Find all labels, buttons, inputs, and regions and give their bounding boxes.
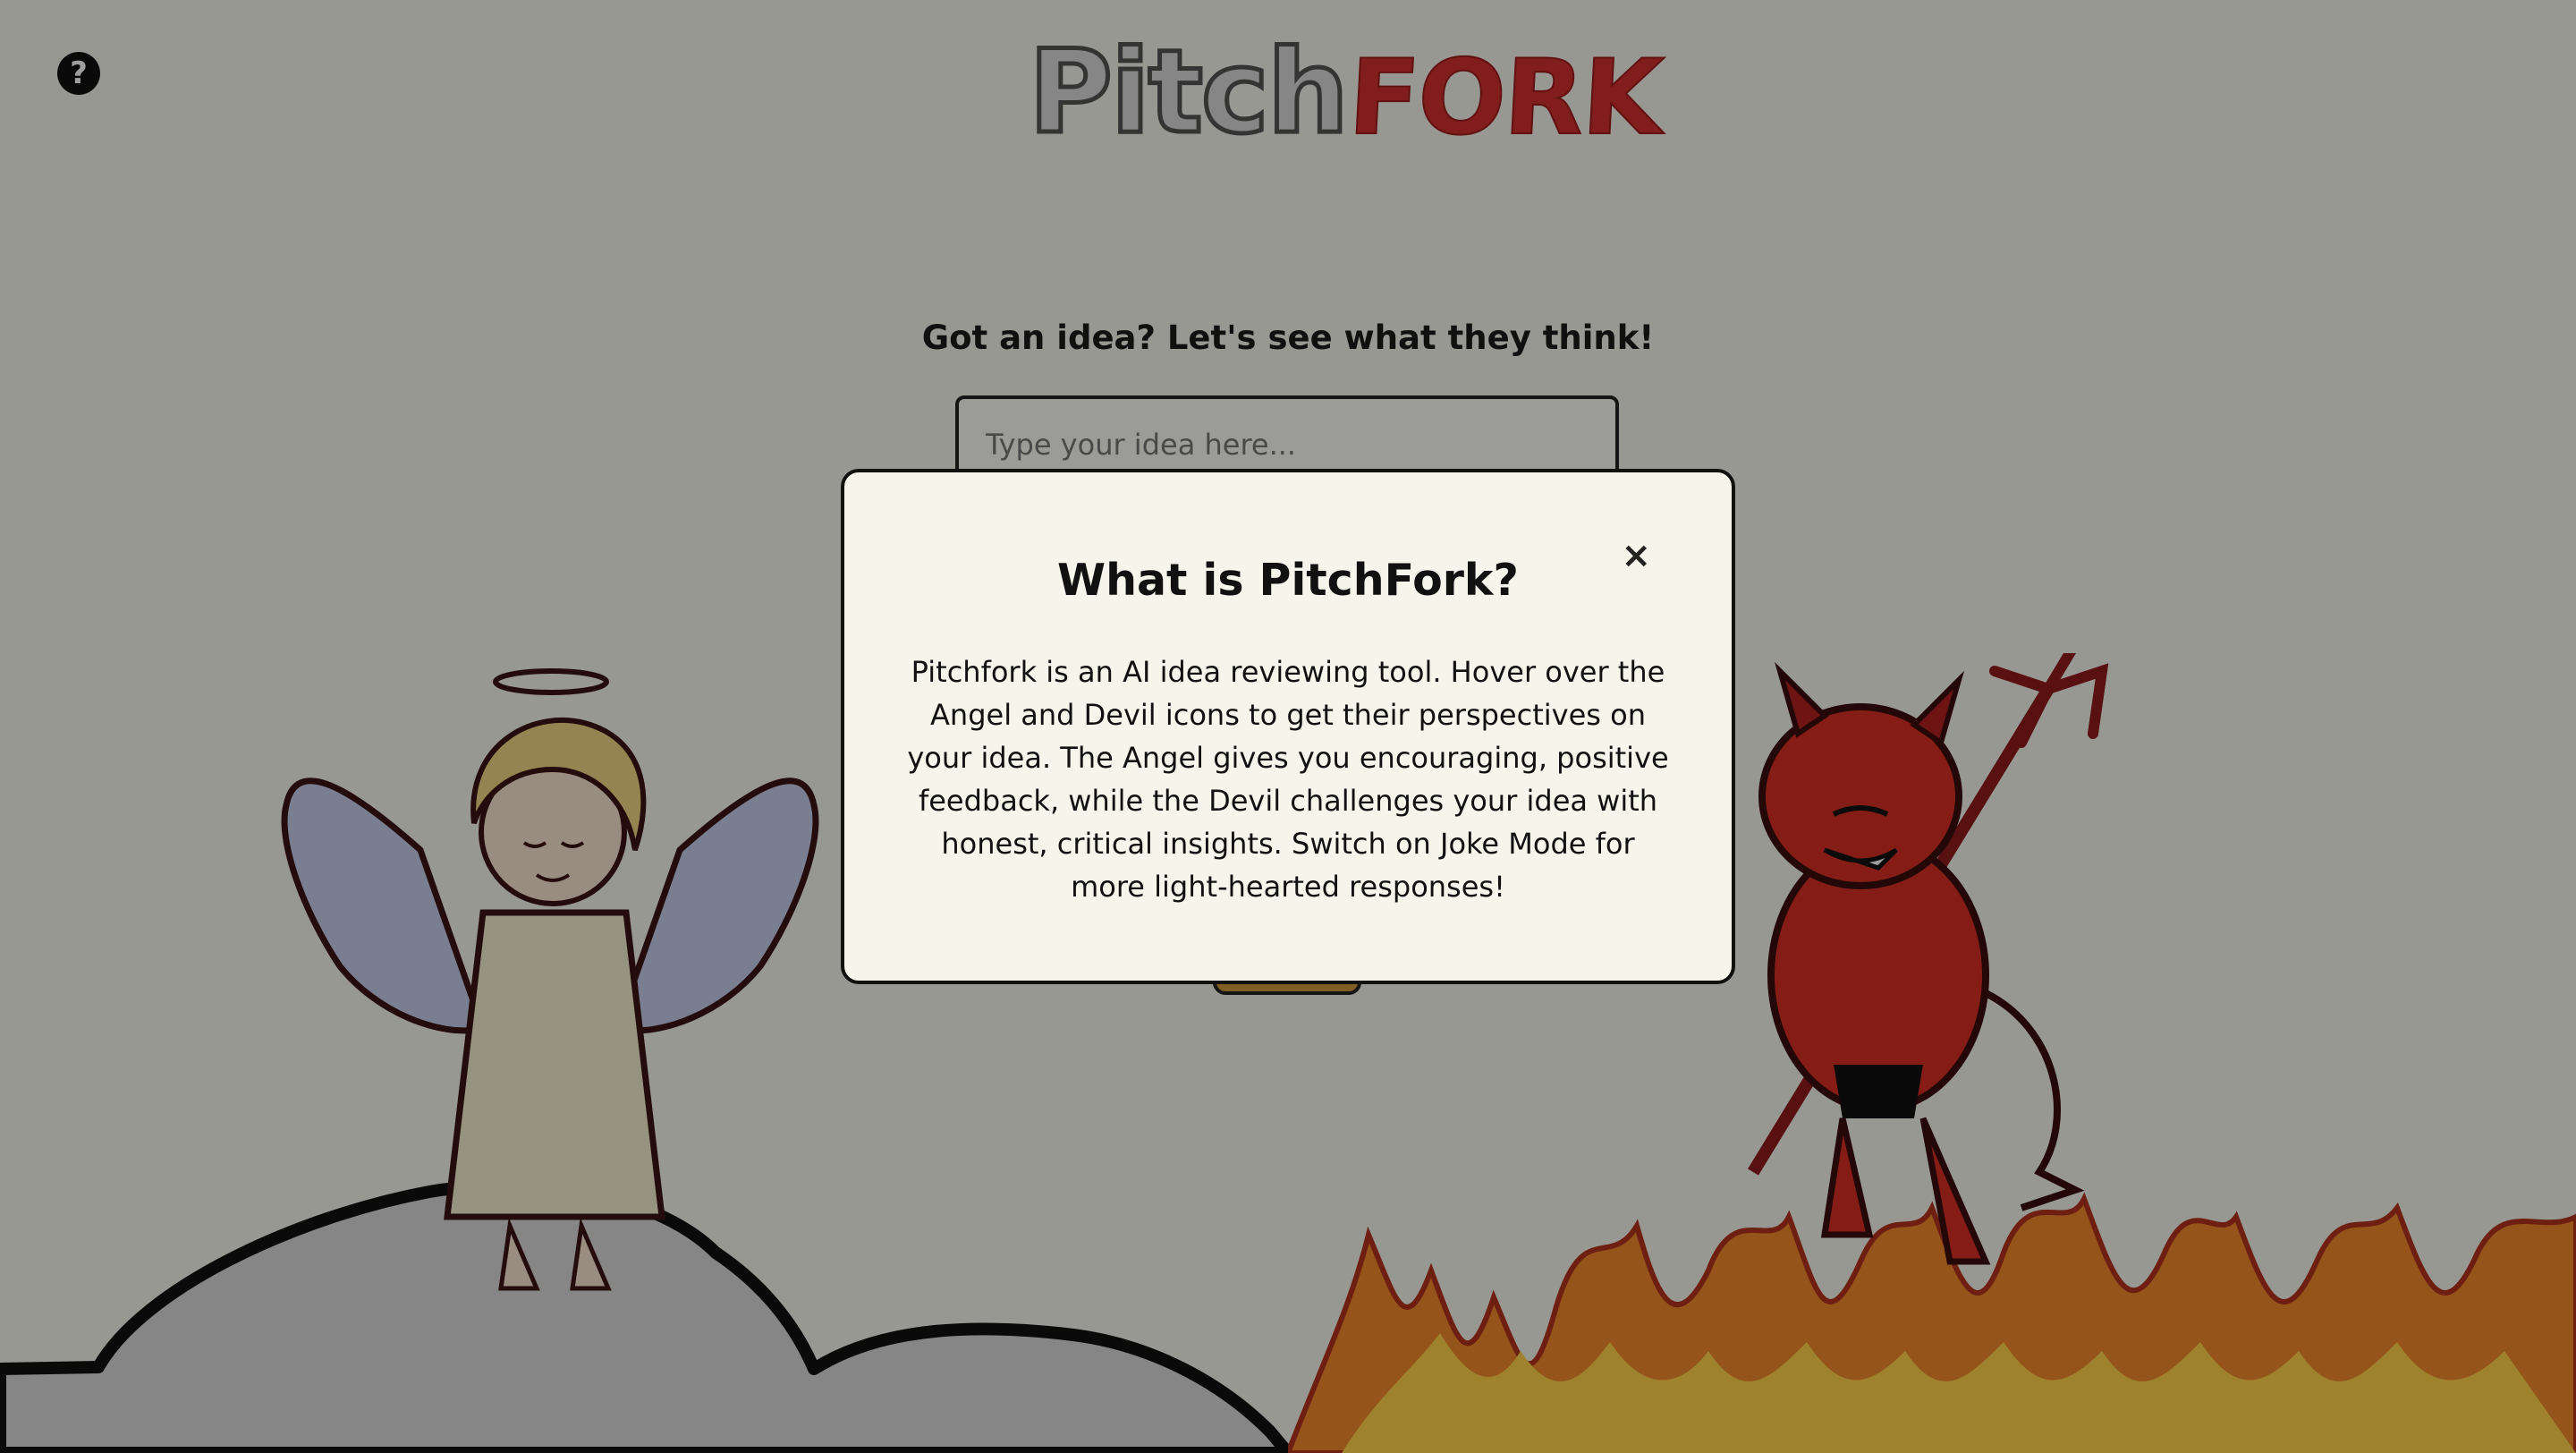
about-modal: × What is PitchFork? Pitchfork is an AI … <box>841 469 1735 984</box>
page: ? Pitch FORK Got an idea? Let's see what… <box>0 0 2576 1453</box>
modal-body-text: Pitchfork is an AI idea reviewing tool. … <box>907 655 1669 904</box>
modal-title: What is PitchFork? <box>1057 555 1519 606</box>
close-icon[interactable]: × <box>1621 535 1651 576</box>
